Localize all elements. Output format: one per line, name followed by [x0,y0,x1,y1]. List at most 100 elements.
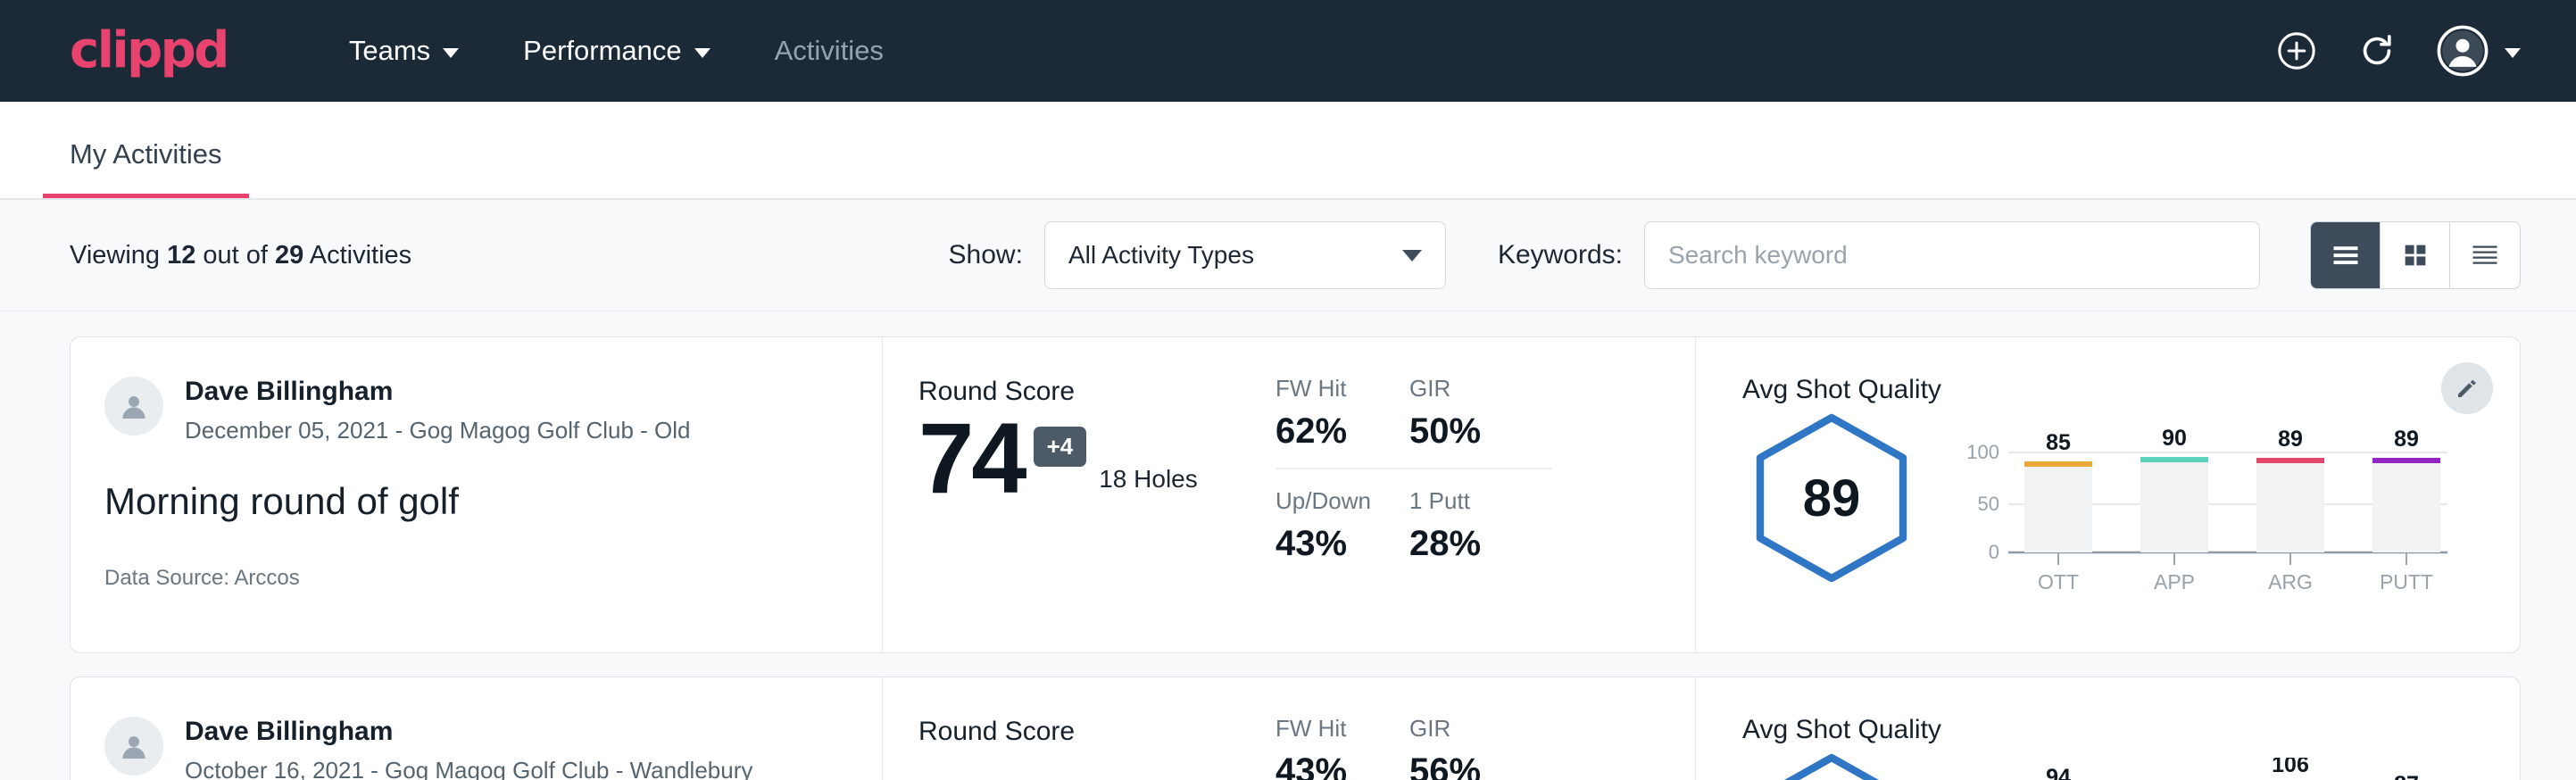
viewing-total: 29 [275,241,303,270]
svg-text:106: 106 [2272,758,2309,777]
grid-icon [2400,240,2431,270]
stat-up-down: Up/Down 43% [1276,487,1409,580]
refresh-icon [2356,30,2397,71]
svg-text:90: 90 [2162,426,2187,451]
list-icon [2330,239,2362,271]
filter-toolbar: Viewing 12 out of 29 Activities Show: Al… [0,200,2576,311]
activity-type-select[interactable]: All Activity Types [1044,221,1446,289]
tab-bar: My Activities [0,102,2576,200]
svg-text:ARG: ARG [2268,570,2313,593]
nav-label-performance: Performance [523,35,681,67]
user-name: Dave Billingham [185,377,691,406]
svg-text:85: 85 [2046,430,2071,455]
stat-label: GIR [1409,715,1524,743]
activity-card[interactable]: Dave Billingham October 16, 2021 - Gog M… [70,676,2521,780]
avg-shot-quality-label: Avg Shot Quality [1742,715,2520,745]
user-text: Dave Billingham October 16, 2021 - Gog M… [185,717,752,780]
top-navigation-bar: clippd Teams Performance Activities [0,0,2576,102]
y-tick-100: 100 [1966,441,1999,463]
chevron-down-icon [694,48,710,58]
user-identity: Dave Billingham December 05, 2021 - Gog … [104,377,882,444]
shot-quality-body: 89 100 50 0 85 OTT [1742,409,2520,601]
view-mode-toggle-group [2310,221,2521,289]
stat-value: 62% [1276,411,1381,452]
svg-text:APP: APP [2154,570,2195,593]
score-to-par-badge: +4 [1034,427,1087,467]
stat-label: FW Hit [1276,375,1381,402]
shot-quality-body: 100 50 0 94 82 106 [1742,749,2520,780]
keywords-label: Keywords: [1498,240,1623,270]
stat-value: 28% [1409,524,1524,564]
stat-value: 43% [1276,524,1381,564]
card-info-column: Dave Billingham October 16, 2021 - Gog M… [71,677,883,780]
user-name: Dave Billingham [185,717,752,746]
round-stats-column: FW Hit 62% GIR 50% Up/Down 43% 1 Putt 28… [1276,337,1695,652]
shot-quality-column: Avg Shot Quality 100 50 0 [1695,677,2520,780]
edit-activity-button[interactable] [2441,362,2493,414]
bar-chart: 100 50 0 85 OTT 90 [1958,418,2458,596]
round-stats-column: FW Hit 43% GIR 56% [1276,677,1695,780]
stat-value: 43% [1276,751,1381,780]
viewing-suffix: Activities [303,241,411,270]
card-info-column: Dave Billingham December 05, 2021 - Gog … [71,337,883,652]
plus-circle-icon [2276,30,2317,71]
shot-quality-hexagon [1742,749,1921,780]
activity-list: Dave Billingham December 05, 2021 - Gog … [0,311,2576,780]
round-score-column: Round Score [883,677,1276,780]
y-tick-50: 50 [1978,493,1999,515]
round-score-value: 74 [918,412,1025,504]
nav-label-activities: Activities [775,35,884,67]
round-score-value-row: 74 +4 18 Holes [918,412,1276,504]
svg-text:89: 89 [2394,427,2419,452]
stat-value: 56% [1409,751,1524,780]
stat-label: FW Hit [1276,715,1381,743]
activity-card[interactable]: Dave Billingham December 05, 2021 - Gog … [70,336,2521,653]
round-score-label: Round Score [918,717,1276,747]
pencil-icon [2454,375,2480,402]
holes-played: 18 Holes [1099,465,1198,494]
show-label: Show: [949,240,1023,270]
viewing-prefix: Viewing [70,241,167,270]
shot-quality-chart: 100 50 0 94 82 106 [1958,758,2458,780]
shot-quality-chart: 100 50 0 85 OTT 90 [1958,418,2458,601]
nav-item-activities[interactable]: Activities [743,35,916,67]
stat-label: Up/Down [1276,487,1381,515]
keyword-filter: Keywords: [1498,221,2260,289]
nav-item-teams[interactable]: Teams [317,35,491,67]
activity-type-value: All Activity Types [1068,241,1254,270]
compact-view-button[interactable] [2450,222,2520,288]
nav-item-performance[interactable]: Performance [491,35,742,67]
viewing-count: 12 [167,241,195,270]
grid-view-button[interactable] [2381,222,2450,288]
nav-label-teams: Teams [349,35,430,67]
compact-list-icon [2469,239,2501,271]
nav-actions [2276,25,2521,77]
avg-shot-quality-value [1742,749,1921,780]
svg-text:87: 87 [2394,772,2419,780]
shot-quality-hexagon: 89 [1742,409,1921,587]
svg-text:94: 94 [2046,765,2071,780]
svg-text:89: 89 [2278,427,2303,452]
user-menu-button[interactable] [2437,25,2521,77]
viewing-middle: out of [195,241,275,270]
stat-gir: GIR 50% [1409,375,1552,469]
search-input[interactable] [1644,221,2260,289]
user-avatar-icon [115,727,153,765]
refresh-button[interactable] [2356,30,2397,71]
activity-meta: October 16, 2021 - Gog Magog Golf Club -… [185,757,752,780]
add-activity-button[interactable] [2276,30,2317,71]
clippd-logo[interactable]: clippd [70,26,228,76]
shot-quality-column: Avg Shot Quality 89 100 50 0 [1695,337,2520,652]
stat-one-putt: 1 Putt 28% [1409,487,1552,580]
stat-gir: GIR 56% [1409,715,1552,780]
toolbar-controls: Show: All Activity Types Keywords: [949,221,2521,289]
tab-my-activities[interactable]: My Activities [43,138,249,198]
list-view-button[interactable] [2311,222,2381,288]
avatar [104,717,163,776]
user-avatar-icon [2437,25,2489,77]
stats-grid: FW Hit 43% GIR 56% [1276,715,1695,780]
stat-fw-hit: FW Hit 43% [1276,715,1409,780]
round-score-column: Round Score 74 +4 18 Holes [883,337,1276,652]
data-source: Data Source: Arccos [104,566,882,591]
user-avatar-icon [115,387,153,425]
